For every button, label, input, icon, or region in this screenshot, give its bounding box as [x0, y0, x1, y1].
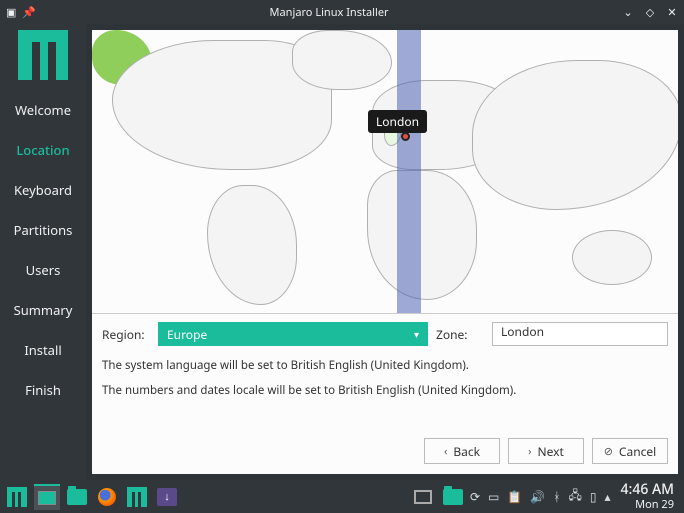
step-keyboard[interactable]: Keyboard: [0, 170, 86, 210]
timezone-map[interactable]: London: [92, 30, 678, 314]
location-panel: London Region: Europe ▾ Zone: London The…: [92, 30, 678, 474]
app-icon: ▣: [6, 5, 16, 20]
step-install[interactable]: Install: [0, 330, 86, 370]
tray-update-icon[interactable]: ⟳: [470, 488, 480, 505]
step-welcome[interactable]: Welcome: [0, 90, 86, 130]
tray-clipboard-icon[interactable]: 📋: [507, 488, 522, 505]
tray-battery-icon[interactable]: ▯: [590, 488, 597, 505]
clock-time: 4:46 AM: [621, 482, 675, 499]
step-users[interactable]: Users: [0, 250, 86, 290]
start-menu-icon[interactable]: [4, 484, 30, 510]
landmass: [207, 185, 297, 305]
chevron-down-icon: ▾: [414, 327, 419, 341]
close-icon[interactable]: ✕: [666, 6, 678, 18]
tray-network-icon[interactable]: 🖧: [568, 486, 581, 507]
landmass: [367, 170, 477, 300]
landmass: [572, 230, 652, 285]
back-button[interactable]: ‹ Back: [424, 438, 500, 464]
task-desktop-icon[interactable]: [34, 484, 60, 510]
clock-date: Mon 29: [621, 498, 675, 511]
landmass: [292, 30, 392, 90]
zone-value: London: [501, 323, 544, 340]
pin-icon[interactable]: 📌: [22, 5, 36, 20]
landmass: [472, 60, 678, 210]
task-installer-icon[interactable]: [124, 484, 150, 510]
language-info: The system language will be set to Briti…: [92, 354, 678, 379]
maximize-icon[interactable]: ◇: [644, 6, 656, 18]
window-titlebar: ▣ 📌 Manjaro Linux Installer ⌄ ◇ ✕: [0, 0, 684, 24]
cancel-icon: ⊘: [604, 444, 613, 459]
window-title: Manjaro Linux Installer: [36, 5, 622, 20]
installer-sidebar: Welcome Location Keyboard Partitions Use…: [0, 24, 86, 480]
task-files-icon[interactable]: [64, 484, 90, 510]
manjaro-logo: [18, 30, 68, 80]
task-firefox-icon[interactable]: [94, 484, 120, 510]
tray-display-icon[interactable]: ▭: [488, 488, 499, 505]
tray-chevron-icon[interactable]: ▴: [604, 488, 610, 505]
cancel-label: Cancel: [619, 443, 656, 460]
step-summary[interactable]: Summary: [0, 290, 86, 330]
task-download-icon[interactable]: ↓: [154, 484, 180, 510]
region-select[interactable]: Europe ▾: [158, 322, 428, 346]
tray-volume-icon[interactable]: 🔊: [530, 488, 545, 505]
chevron-right-icon: ›: [528, 444, 531, 459]
city-tooltip: London: [368, 110, 427, 133]
city-marker-icon: [401, 132, 410, 141]
step-partitions[interactable]: Partitions: [0, 210, 86, 250]
next-label: Next: [538, 443, 564, 460]
minimize-icon[interactable]: ⌄: [622, 6, 634, 18]
zone-select[interactable]: London: [492, 322, 668, 346]
cancel-button[interactable]: ⊘ Cancel: [592, 438, 668, 464]
taskbar: ↓ ⟳ ▭ 📋 🔊 ᚼ 🖧 ▯ ▴ 4:46 AM Mon 29: [0, 480, 684, 513]
tray-workspace-icon[interactable]: [410, 484, 436, 510]
locale-info: The numbers and dates locale will be set…: [92, 379, 678, 404]
region-label: Region:: [102, 326, 150, 343]
taskbar-clock[interactable]: 4:46 AM Mon 29: [615, 482, 681, 512]
tray-bluetooth-icon[interactable]: ᚼ: [553, 488, 560, 505]
tray-folder-icon[interactable]: [440, 484, 466, 510]
timezone-highlight: [397, 30, 421, 313]
back-label: Back: [453, 443, 480, 460]
step-finish[interactable]: Finish: [0, 370, 86, 410]
zone-label: Zone:: [436, 326, 484, 343]
chevron-left-icon: ‹: [444, 444, 447, 459]
step-location[interactable]: Location: [0, 130, 86, 170]
region-value: Europe: [167, 326, 207, 343]
next-button[interactable]: › Next: [508, 438, 584, 464]
